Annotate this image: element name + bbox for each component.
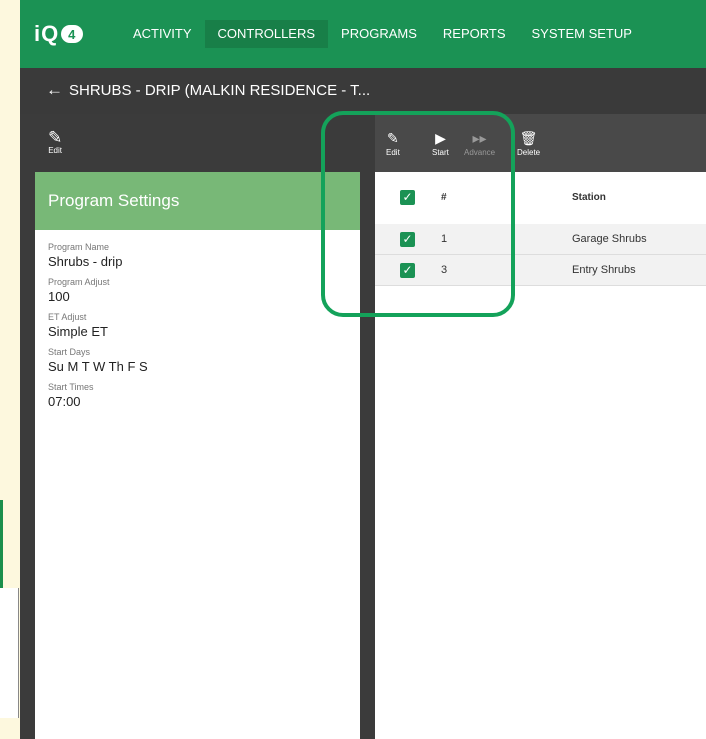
column-header-station: Station xyxy=(572,192,606,203)
setting-value: 07:00 xyxy=(48,394,81,409)
trash-icon: 🗑 xyxy=(519,130,538,146)
station-table-header: ✓ # Station xyxy=(375,172,706,220)
station-name: Entry Shrubs xyxy=(572,264,636,276)
nav-programs[interactable]: PROGRAMS xyxy=(328,20,430,48)
start-button[interactable]: ▶ Start xyxy=(432,130,449,157)
row-checkbox[interactable]: ✓ xyxy=(400,232,415,247)
program-settings-card: Program Settings Program Name Shrubs - d… xyxy=(35,172,360,739)
pencil-icon: ✎ xyxy=(387,130,399,146)
station-name: Garage Shrubs xyxy=(572,233,647,245)
play-icon: ▶ xyxy=(435,130,446,146)
app-logo[interactable]: iQ 4 xyxy=(34,20,84,48)
nav-reports[interactable]: REPORTS xyxy=(430,20,519,48)
stations-panel: ✎ Edit ▶ Start ▸▸ Advance 🗑 Delete ✓ # S… xyxy=(375,114,706,739)
stations-toolbar: ✎ Edit ▶ Start ▸▸ Advance 🗑 Delete xyxy=(375,114,706,172)
edit-program-label: Edit xyxy=(48,146,63,155)
setting-label: Start Times xyxy=(48,382,94,392)
setting-start-times: Start Times 07:00 xyxy=(35,382,360,409)
logo-text: iQ xyxy=(34,21,60,46)
setting-value: Su M T W Th F S xyxy=(48,359,148,374)
left-edge-strip xyxy=(0,0,20,739)
advance-label: Advance xyxy=(464,148,496,157)
select-all-checkbox[interactable]: ✓ xyxy=(400,190,415,205)
advance-button[interactable]: ▸▸ Advance xyxy=(464,130,495,157)
station-number: 3 xyxy=(441,264,448,276)
program-panel: ✎ Edit Program Settings Program Name Shr… xyxy=(20,114,374,739)
arrow-left-icon[interactable]: ← xyxy=(46,80,63,100)
start-label: Start xyxy=(432,148,449,157)
fast-forward-icon: ▸▸ xyxy=(472,130,487,146)
nav-system-setup[interactable]: SYSTEM SETUP xyxy=(519,20,645,48)
nav-controllers[interactable]: CONTROLLERS xyxy=(204,20,329,48)
delete-label: Delete xyxy=(517,148,541,157)
setting-program-name: Program Name Shrubs - drip xyxy=(35,242,360,269)
table-row[interactable]: ✓ 3 Entry Shrubs xyxy=(375,255,706,286)
edit-station-button[interactable]: ✎ Edit xyxy=(386,130,400,157)
row-checkbox[interactable]: ✓ xyxy=(400,263,415,278)
title-bar: ← SHRUBS - DRIP (MALKIN RESIDENCE - T... xyxy=(20,68,706,114)
screenshot: iQ 4 ACTIVITY CONTROLLERS PROGRAMS REPOR… xyxy=(0,0,706,739)
table-row[interactable]: ✓ 1 Garage Shrubs xyxy=(375,224,706,255)
setting-label: Program Adjust xyxy=(48,277,110,287)
main-nav: ACTIVITY CONTROLLERS PROGRAMS REPORTS SY… xyxy=(120,20,645,48)
station-number: 1 xyxy=(441,233,448,245)
setting-value: Shrubs - drip xyxy=(48,254,123,269)
setting-value: 100 xyxy=(48,289,70,304)
setting-label: Start Days xyxy=(48,347,91,357)
setting-label: ET Adjust xyxy=(48,312,87,322)
setting-et-adjust: ET Adjust Simple ET xyxy=(35,312,360,339)
edit-program-button[interactable]: ✎ Edit xyxy=(48,128,63,155)
pencil-icon: ✎ xyxy=(48,128,63,147)
main-area: ✎ Edit Program Settings Program Name Shr… xyxy=(20,114,706,739)
left-edge-panel xyxy=(0,588,19,718)
program-settings-header: Program Settings xyxy=(35,172,360,230)
setting-start-days: Start Days Su M T W Th F S xyxy=(35,347,360,374)
logo-badge: 4 xyxy=(61,25,84,43)
top-nav-bar: iQ 4 ACTIVITY CONTROLLERS PROGRAMS REPOR… xyxy=(20,0,706,68)
setting-label: Program Name xyxy=(48,242,110,252)
edit-station-label: Edit xyxy=(386,148,400,157)
nav-activity[interactable]: ACTIVITY xyxy=(120,20,205,48)
column-header-number: # xyxy=(441,192,447,203)
page-title: SHRUBS - DRIP (MALKIN RESIDENCE - T... xyxy=(69,82,371,99)
setting-value: Simple ET xyxy=(48,324,108,339)
setting-program-adjust: Program Adjust 100 xyxy=(35,277,360,304)
delete-button[interactable]: 🗑 Delete xyxy=(517,130,540,157)
left-edge-accent xyxy=(0,500,3,590)
